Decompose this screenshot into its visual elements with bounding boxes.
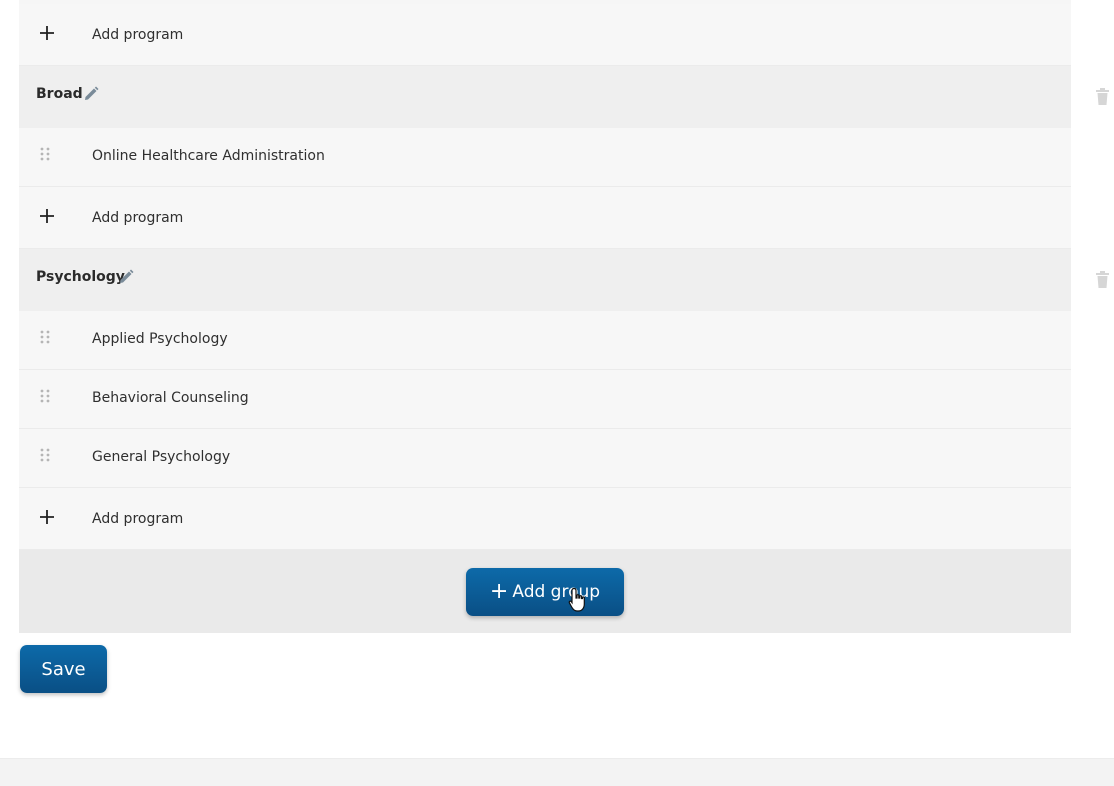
footer-strip: [0, 758, 1114, 786]
hand-cursor-icon: [568, 587, 585, 612]
group-header-psychology: Psychology: [19, 249, 1071, 311]
program-row[interactable]: General Psychology: [19, 429, 1071, 488]
add-program-label[interactable]: Add program: [92, 27, 183, 43]
add-program-row[interactable]: Add program: [19, 488, 1071, 550]
add-program-label[interactable]: Add program: [92, 511, 183, 527]
group-title: Psychology: [36, 269, 125, 285]
program-row[interactable]: Behavioral Counseling: [19, 370, 1071, 429]
trash-icon[interactable]: [1096, 88, 1109, 105]
add-group-button[interactable]: + Add group: [466, 568, 624, 616]
group-header-broad: Broad: [19, 66, 1071, 128]
plus-icon[interactable]: [38, 24, 56, 42]
add-group-area: + Add group: [19, 550, 1071, 633]
plus-icon: +: [489, 579, 509, 604]
group-title: Broad: [36, 86, 83, 102]
add-program-row[interactable]: Add program: [19, 4, 1071, 66]
groups-panel: Add program Broad Online Healthcare Admi…: [19, 0, 1071, 633]
drag-handle-icon[interactable]: [40, 448, 50, 462]
add-program-label[interactable]: Add program: [92, 210, 183, 226]
drag-handle-icon[interactable]: [40, 147, 50, 161]
pencil-icon[interactable]: [82, 85, 100, 103]
program-name: Behavioral Counseling: [92, 390, 249, 406]
plus-icon[interactable]: [38, 508, 56, 526]
program-name: Applied Psychology: [92, 331, 228, 347]
program-name: Online Healthcare Administration: [92, 148, 325, 164]
program-row[interactable]: Applied Psychology: [19, 311, 1071, 370]
trash-icon[interactable]: [1096, 271, 1109, 288]
drag-handle-icon[interactable]: [40, 330, 50, 344]
program-name: General Psychology: [92, 449, 231, 465]
drag-handle-icon[interactable]: [40, 389, 50, 403]
plus-icon[interactable]: [38, 207, 56, 225]
save-button[interactable]: Save: [20, 645, 107, 693]
add-program-row[interactable]: Add program: [19, 187, 1071, 249]
program-row[interactable]: Online Healthcare Administration: [19, 128, 1071, 187]
pencil-icon[interactable]: [117, 268, 135, 286]
